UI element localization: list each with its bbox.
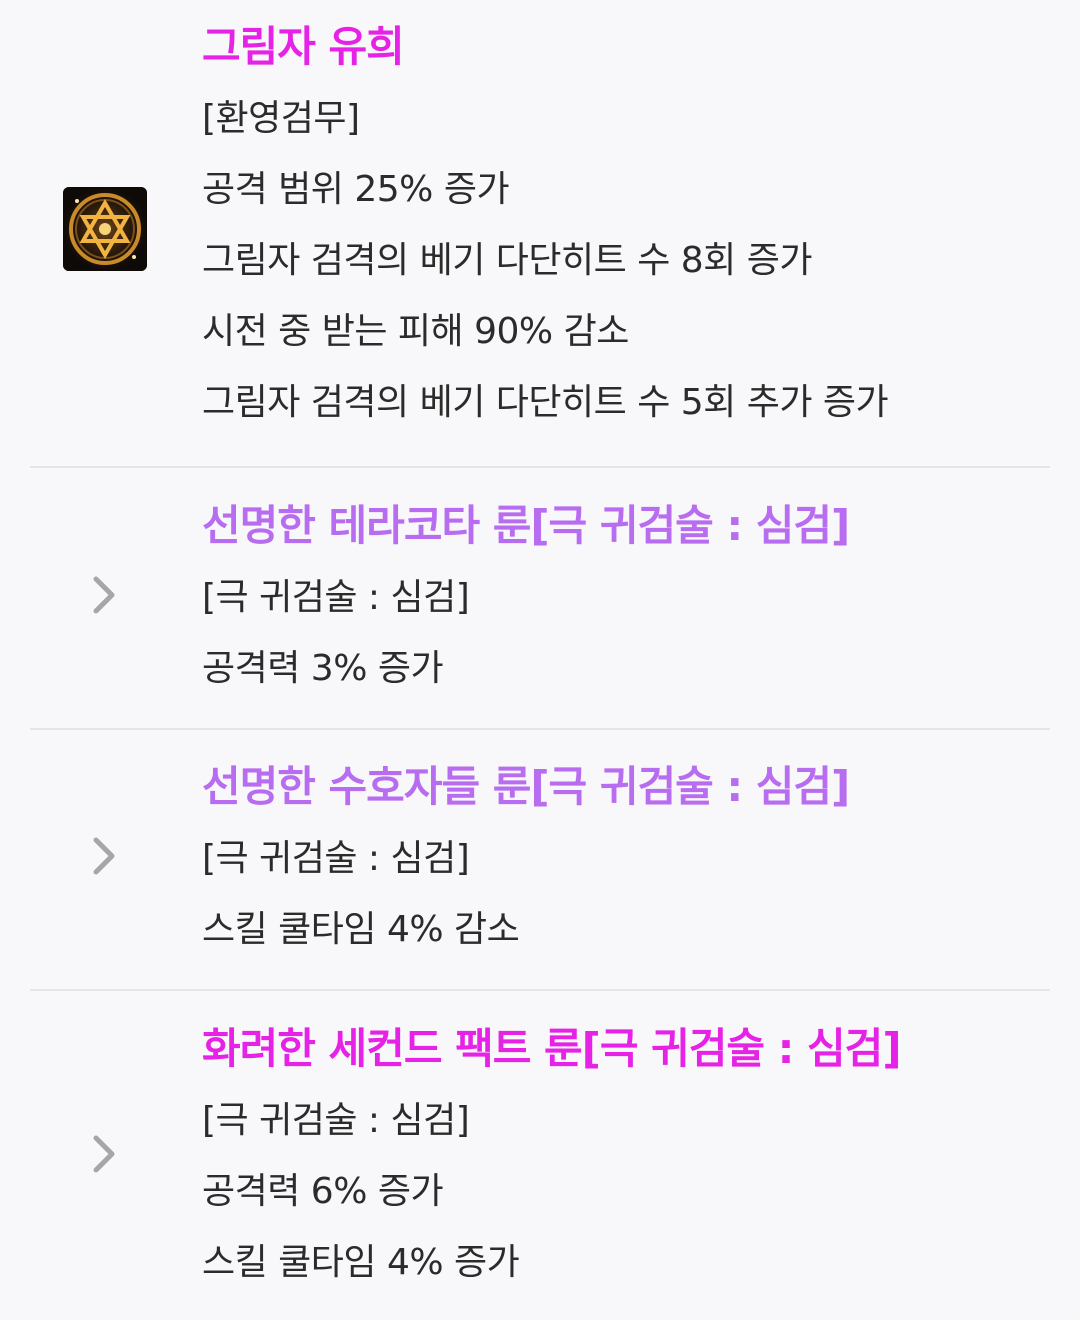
divider xyxy=(30,728,1050,730)
rune-line: 스킬 쿨타임 4% 감소 xyxy=(202,909,520,950)
chevron-right-icon[interactable] xyxy=(82,834,126,878)
divider xyxy=(30,466,1050,468)
rune-title: 선명한 수호자들 룬[극 귀검술 : 심검] xyxy=(202,762,850,811)
rune-title: 화려한 세컨드 팩트 룬[극 귀검술 : 심검] xyxy=(202,1024,902,1073)
rune-item[interactable]: 화려한 세컨드 팩트 룬[극 귀검술 : 심검] [극 귀검술 : 심검] 공격… xyxy=(0,1013,1080,1303)
skill-line: 그림자 검격의 베기 다단히트 수 8회 증가 xyxy=(202,240,813,281)
divider xyxy=(30,989,1050,991)
rune-line: [극 귀검술 : 심검] xyxy=(202,577,470,618)
skill-line: [환영검무] xyxy=(202,98,360,139)
rune-item[interactable]: 선명한 수호자들 룬[극 귀검술 : 심검] [극 귀검술 : 심검] 스킬 쿨… xyxy=(0,751,1080,966)
rune-item[interactable]: 선명한 테라코타 룬[극 귀검술 : 심검] [극 귀검술 : 심검] 공격력 … xyxy=(0,490,1080,705)
rune-line: 공격력 6% 증가 xyxy=(202,1171,444,1212)
chevron-right-icon[interactable] xyxy=(82,1132,126,1176)
rune-line: 공격력 3% 증가 xyxy=(202,648,444,689)
rune-title: 선명한 테라코타 룬[극 귀검술 : 심검] xyxy=(202,501,850,550)
hexagram-rune-icon xyxy=(63,187,147,271)
rune-line: [극 귀검술 : 심검] xyxy=(202,1100,470,1141)
chevron-right-icon[interactable] xyxy=(82,573,126,617)
skill-line: 시전 중 받는 피해 90% 감소 xyxy=(202,311,629,352)
skill-title: 그림자 유희 xyxy=(202,22,405,71)
rune-line: [극 귀검술 : 심검] xyxy=(202,838,470,879)
skill-line: 그림자 검격의 베기 다단히트 수 5회 추가 증가 xyxy=(202,382,889,423)
rune-line: 스킬 쿨타임 4% 증가 xyxy=(202,1242,520,1283)
skill-line: 공격 범위 25% 증가 xyxy=(202,169,510,210)
skill-section: 그림자 유희 [환영검무] 공격 범위 25% 증가 그림자 검격의 베기 다단… xyxy=(0,11,1080,451)
